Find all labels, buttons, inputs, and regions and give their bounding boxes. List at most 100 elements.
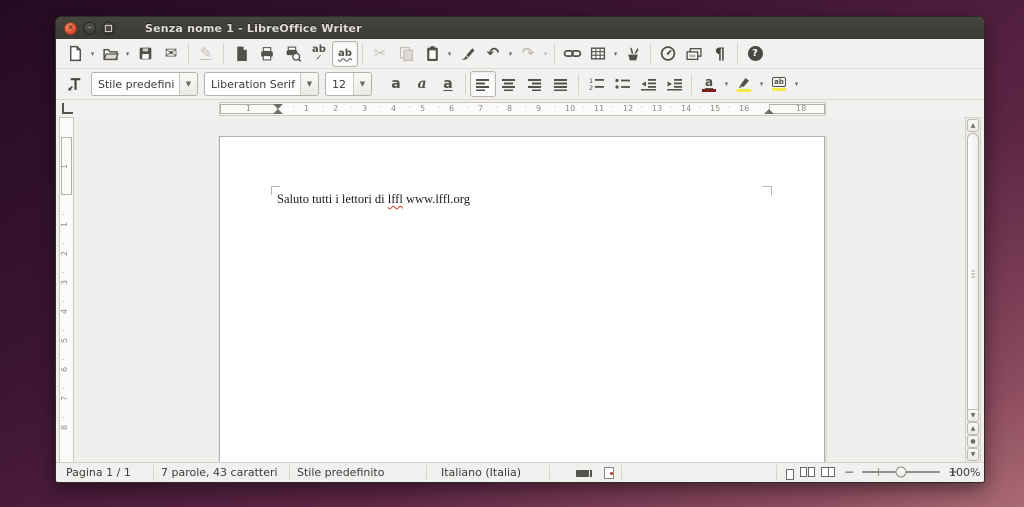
paste-button[interactable] <box>419 41 445 67</box>
font-color-button[interactable]: a <box>696 71 722 97</box>
next-page-button[interactable]: ▼ <box>967 448 979 461</box>
word-count-field[interactable]: 7 parole, 43 caratteri <box>161 466 278 479</box>
ordered-list-icon: 12 <box>588 77 605 91</box>
scrollbar-thumb[interactable] <box>967 133 979 415</box>
undo-dropdown-arrow[interactable]: ▾ <box>506 50 515 58</box>
edit-mode-button[interactable]: ✎ <box>193 41 219 67</box>
paragraph-style-combobox[interactable]: Stile predefini ▼ <box>91 72 198 96</box>
print-preview-button[interactable] <box>280 41 306 67</box>
language-field[interactable]: Italiano (Italia) <box>441 466 521 479</box>
zoom-slider-handle[interactable] <box>896 467 907 478</box>
ordered-list-button[interactable]: 12 <box>583 71 609 97</box>
spelling-icon: ab✓ <box>312 45 326 62</box>
unordered-list-button[interactable] <box>609 71 635 97</box>
window-title: Senza nome 1 - LibreOffice Writer <box>145 22 362 35</box>
book-view-icon[interactable] <box>821 467 835 480</box>
close-button[interactable]: ✕ <box>64 22 77 35</box>
save-button[interactable] <box>132 41 158 67</box>
gallery-button[interactable] <box>681 41 707 67</box>
right-indent-marker[interactable] <box>764 109 774 114</box>
italic-button[interactable]: a <box>409 71 435 97</box>
justify-button[interactable] <box>548 71 574 97</box>
insert-table-button[interactable] <box>585 41 611 67</box>
draw-functions-icon <box>624 45 642 62</box>
export-pdf-icon <box>233 45 250 62</box>
previous-page-button[interactable]: ▲ <box>967 422 979 435</box>
tab-stop-selector-icon[interactable] <box>62 103 73 114</box>
font-name-dropdown-arrow[interactable]: ▼ <box>300 73 318 95</box>
selection-mode-icon[interactable] <box>604 467 614 479</box>
redo-button[interactable]: ↷ <box>515 41 541 67</box>
maximize-button[interactable] <box>102 22 115 35</box>
page-number-field[interactable]: Pagina 1 / 1 <box>66 466 131 479</box>
background-color-dropdown-arrow[interactable]: ▾ <box>792 80 801 88</box>
align-left-icon <box>475 78 491 91</box>
standard-toolbar: ▾ ▾ ✉ ✎ ab✓ ab ✂ ▾ <box>56 39 984 69</box>
auto-spellcheck-icon: ab <box>338 49 352 59</box>
email-button[interactable]: ✉ <box>158 41 184 67</box>
highlight-dropdown-arrow[interactable]: ▾ <box>757 80 766 88</box>
undo-button[interactable]: ↶ <box>480 41 506 67</box>
hyperlink-button[interactable] <box>559 41 585 67</box>
paste-dropdown-arrow[interactable]: ▾ <box>445 50 454 58</box>
cut-button[interactable]: ✂ <box>367 41 393 67</box>
zoom-slider[interactable] <box>862 471 940 473</box>
paragraph-style-value: Stile predefini <box>92 73 179 95</box>
align-right-button[interactable] <box>522 71 548 97</box>
zoom-level-field[interactable]: 100% <box>949 466 980 479</box>
decrease-indent-button[interactable] <box>635 71 661 97</box>
vertical-scrollbar[interactable]: ▲ ▼ ▲ ● ▼ <box>965 117 981 463</box>
copy-button[interactable] <box>393 41 419 67</box>
new-dropdown-arrow[interactable]: ▾ <box>88 50 97 58</box>
background-color-button[interactable]: ab <box>766 71 792 97</box>
styles-and-formatting-button[interactable] <box>62 71 88 97</box>
font-size-dropdown-arrow[interactable]: ▼ <box>353 73 371 95</box>
export-pdf-button[interactable] <box>228 41 254 67</box>
page-style-field[interactable]: Stile predefinito <box>297 466 384 479</box>
new-document-button[interactable] <box>62 41 88 67</box>
table-dropdown-arrow[interactable]: ▾ <box>611 50 620 58</box>
highlight-color-button[interactable] <box>731 71 757 97</box>
left-indent-marker[interactable] <box>273 109 283 114</box>
ruler-right-margin-number: 18 <box>796 104 806 113</box>
open-dropdown-arrow[interactable]: ▾ <box>123 50 132 58</box>
document-text-line: Saluto tutti i lettori di lffl www.lffl.… <box>277 192 470 207</box>
text-boundary-corner-top-right <box>763 186 772 195</box>
draw-functions-button[interactable] <box>620 41 646 67</box>
vertical-ruler[interactable]: 1 1·2·3·4·5·6·7·8· <box>59 117 74 463</box>
zoom-out-button[interactable]: − <box>844 466 854 478</box>
spelling-button[interactable]: ab✓ <box>306 41 332 67</box>
help-button[interactable]: ? <box>742 41 768 67</box>
increase-indent-button[interactable] <box>661 71 687 97</box>
font-name-combobox[interactable]: Liberation Serif ▼ <box>204 72 319 96</box>
window-controls: ✕ – <box>64 22 115 35</box>
multi-page-view-icon[interactable] <box>800 467 815 480</box>
clone-formatting-button[interactable] <box>454 41 480 67</box>
align-center-icon <box>501 78 517 91</box>
navigate-by-button[interactable]: ● <box>967 435 979 448</box>
underline-button[interactable]: a <box>435 71 461 97</box>
minimize-button[interactable]: – <box>83 22 96 35</box>
libreoffice-writer-window: ✕ – Senza nome 1 - LibreOffice Writer ▾ … <box>55 16 985 483</box>
align-left-button[interactable] <box>470 71 496 97</box>
auto-spellcheck-button[interactable]: ab <box>332 41 358 67</box>
formatting-marks-button[interactable]: ¶ <box>707 41 733 67</box>
navigator-button[interactable] <box>655 41 681 67</box>
print-button[interactable] <box>254 41 280 67</box>
insert-mode-icon[interactable] <box>576 470 589 477</box>
open-button[interactable] <box>97 41 123 67</box>
font-size-combobox[interactable]: 12 ▼ <box>325 72 372 96</box>
paragraph-style-dropdown-arrow[interactable]: ▼ <box>179 73 197 95</box>
view-layout-buttons <box>786 467 835 480</box>
scroll-up-button[interactable]: ▲ <box>967 119 979 132</box>
scroll-down-button[interactable]: ▼ <box>967 409 979 422</box>
single-page-view-icon[interactable] <box>786 469 794 480</box>
horizontal-ruler[interactable]: 1 18 1·2·3·4·5·6·7·8·9·10·11·12·13·14·15… <box>219 102 826 116</box>
align-center-button[interactable] <box>496 71 522 97</box>
titlebar[interactable]: ✕ – Senza nome 1 - LibreOffice Writer <box>56 17 984 40</box>
bold-button[interactable]: a <box>383 71 409 97</box>
font-color-dropdown-arrow[interactable]: ▾ <box>722 80 731 88</box>
document-page[interactable]: Saluto tutti i lettori di lffl www.lffl.… <box>219 136 825 463</box>
redo-dropdown-arrow[interactable]: ▾ <box>541 50 550 58</box>
zoom-controls: − + <box>844 466 958 478</box>
